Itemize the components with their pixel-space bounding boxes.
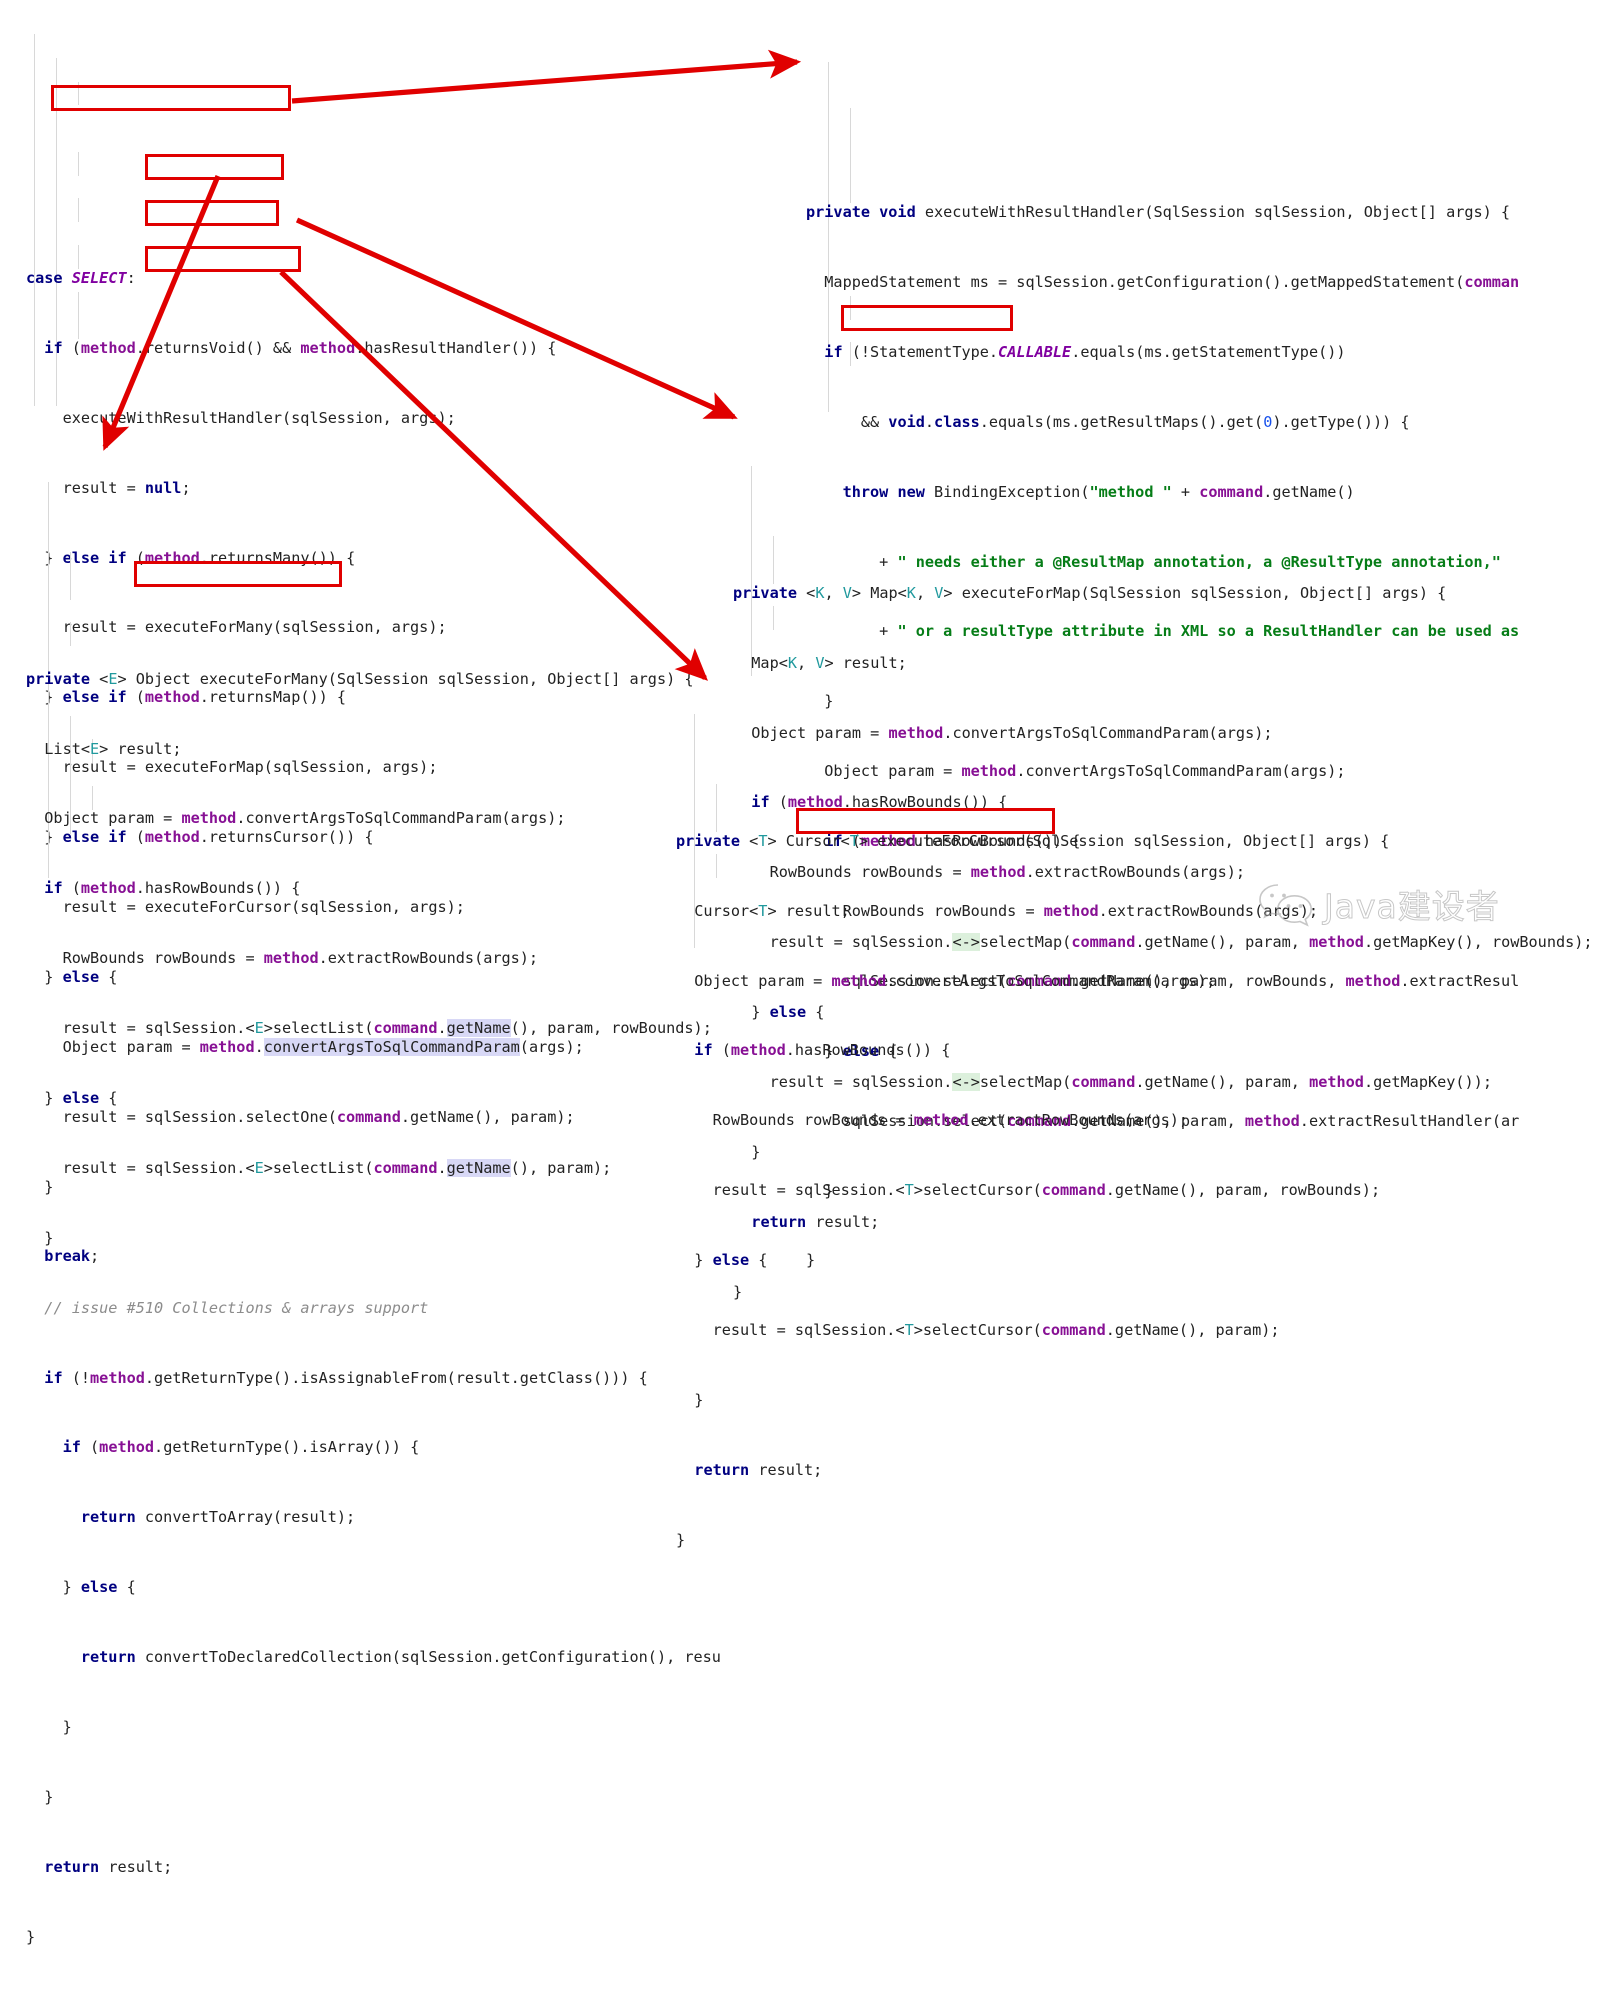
code-block-execute-for-cursor: private <T> Cursor<T> executeForCursor(S… bbox=[676, 690, 1389, 1599]
indent-guide bbox=[773, 536, 774, 584]
indent-guide bbox=[70, 552, 71, 600]
indent-guide bbox=[716, 784, 717, 832]
code-line: if (!method.getReturnType().isAssignable… bbox=[44, 1368, 648, 1387]
code-line: private <K, V> Map<K, V> executeForMap(S… bbox=[733, 583, 1447, 602]
code-line: case SELECT: bbox=[26, 268, 136, 287]
code-line: // issue #510 Collections & arrays suppo… bbox=[44, 1298, 429, 1317]
code-line: private <T> Cursor<T> executeForCursor(S… bbox=[676, 831, 1390, 850]
code-line: } bbox=[26, 1718, 72, 1737]
code-line: } bbox=[26, 1228, 54, 1247]
code-line: result = sqlSession.<E>selectList(comman… bbox=[26, 1019, 712, 1038]
indent-guide bbox=[850, 108, 851, 203]
indent-guide bbox=[78, 152, 79, 176]
code-line: if (method.hasRowBounds()) { bbox=[694, 1041, 951, 1060]
code-line: result = sqlSession.<T>selectCursor(comm… bbox=[676, 1181, 1381, 1200]
indent-guide bbox=[850, 296, 851, 320]
code-line: && void.class.equals(ms.getResultMaps().… bbox=[806, 412, 1410, 431]
screenshot-canvas: case SELECT: if (method.returnsVoid() &&… bbox=[0, 0, 1622, 1946]
code-line: } else { bbox=[26, 1578, 136, 1597]
indent-guide bbox=[92, 786, 93, 810]
code-line: if (method.hasRowBounds()) { bbox=[44, 879, 301, 898]
watermark-text: Java建设者 bbox=[1324, 887, 1500, 927]
code-line: List<E> result; bbox=[26, 739, 182, 758]
code-line: return convertToDeclaredCollection(sqlSe… bbox=[80, 1648, 721, 1667]
indent-guide bbox=[78, 82, 79, 105]
code-line: } bbox=[26, 1787, 54, 1806]
code-line: Object param = method.convertArgsToSqlCo… bbox=[676, 971, 1216, 990]
code-line: Object param = method.convertArgsToSqlCo… bbox=[26, 809, 566, 828]
code-line: MappedStatement ms = sqlSession.getConfi… bbox=[806, 272, 1520, 291]
code-line: } else { bbox=[676, 1251, 768, 1270]
code-line: result = sqlSession.<E>selectList(comman… bbox=[26, 1158, 612, 1177]
indent-guide bbox=[78, 292, 79, 339]
indent-guide bbox=[78, 245, 79, 269]
watermark: Java建设者 bbox=[1258, 880, 1500, 928]
code-line: if (method.returnsVoid() && method.hasRe… bbox=[44, 338, 557, 357]
code-line: } else { bbox=[26, 1089, 118, 1108]
code-line: return convertToArray(result); bbox=[80, 1508, 356, 1527]
indent-guide bbox=[751, 466, 752, 676]
code-line: } bbox=[26, 1927, 36, 1946]
code-line: RowBounds rowBounds = method.extractRowB… bbox=[676, 1111, 1189, 1130]
code-line: } bbox=[676, 1530, 686, 1549]
code-line: Map<K, V> result; bbox=[733, 653, 907, 672]
code-line: private void executeWithResultHandler(Sq… bbox=[806, 203, 1511, 222]
code-line: RowBounds rowBounds = method.extractRowB… bbox=[26, 949, 539, 968]
code-line: if (!StatementType.CALLABLE.equals(ms.ge… bbox=[824, 342, 1346, 361]
code-block-execute-for-many: private <E> Object executeForMany(SqlSes… bbox=[26, 458, 721, 1996]
indent-guide bbox=[716, 854, 717, 878]
indent-guide bbox=[70, 622, 71, 646]
wechat-icon bbox=[1259, 884, 1313, 927]
indent-guide bbox=[78, 198, 79, 222]
code-line: return result; bbox=[694, 1460, 823, 1479]
code-line: } bbox=[676, 1390, 704, 1409]
code-line: if (method.getReturnType().isArray()) { bbox=[62, 1438, 420, 1457]
code-line: executeWithResultHandler(sqlSession, arg… bbox=[26, 408, 456, 427]
code-line: result = sqlSession.<T>selectCursor(comm… bbox=[676, 1321, 1280, 1340]
code-line: private <E> Object executeForMany(SqlSes… bbox=[26, 669, 694, 688]
code-line: return result; bbox=[44, 1857, 173, 1876]
indent-guide bbox=[773, 606, 774, 630]
